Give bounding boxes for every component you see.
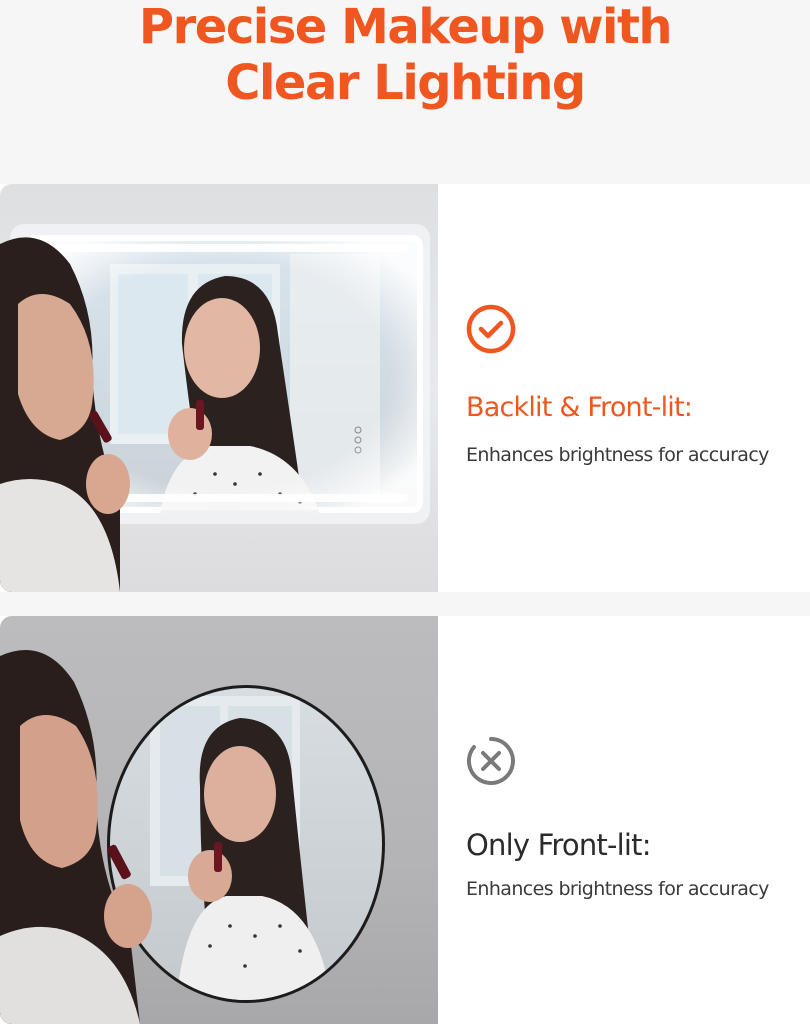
frontlit-info: Only Front-lit: Enhances brightness for …: [438, 616, 810, 1024]
feature-description: Enhances brightness for accuracy: [466, 878, 769, 900]
feature-description: Enhances brightness for accuracy: [466, 444, 769, 466]
comparison-panel-frontlit: Only Front-lit: Enhances brightness for …: [0, 616, 810, 1024]
headline-line-2: Clear Lighting: [225, 55, 586, 111]
headline-line-1: Precise Makeup with: [138, 0, 673, 55]
headline: Precise Makeup with Clear Lighting: [0, 0, 810, 118]
backlit-info: Backlit & Front-lit: Enhances brightness…: [438, 184, 810, 592]
comparison-panel-backlit: Backlit & Front-lit: Enhances brightness…: [0, 184, 810, 592]
round-mirror-photo: [0, 616, 438, 1024]
feature-title: Backlit & Front-lit:: [466, 392, 693, 423]
backlit-mirror-photo: [0, 184, 438, 592]
check-circle-icon: [466, 304, 516, 354]
feature-title: Only Front-lit:: [466, 828, 652, 862]
x-circle-icon: [466, 737, 515, 785]
